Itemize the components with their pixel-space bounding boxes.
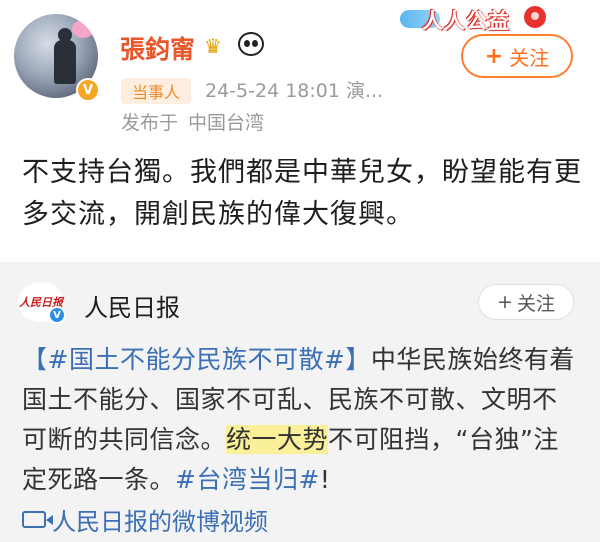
post-meta: 24-5-24 18:01 演... [205, 76, 383, 103]
quoted-follow-button[interactable]: + 关注 [478, 284, 574, 320]
follow-label: 关注 [509, 45, 550, 70]
crown-icon: ♛ [204, 34, 222, 58]
location-prefix: 发布于 [121, 112, 179, 134]
hashtag-link[interactable]: #台湾当归# [175, 465, 320, 494]
post-body: 不支持台獨。我們都是中華兒女，盼望能有更多交流，開創民族的偉大復興。 [22, 157, 582, 230]
banner-text: 人人公益 [422, 9, 510, 33]
video-link[interactable]: 人民日报的微博视频 [22, 502, 268, 537]
highlighted-keyword[interactable]: 统一大势 [226, 425, 329, 454]
party-badge: 当事人 [121, 78, 191, 104]
hashtag-link[interactable]: 【#国土不能分民族不可散#】 [22, 345, 371, 374]
post-location: 发布于 中国台湾 [121, 108, 264, 135]
avatar-balloon [72, 20, 94, 38]
panda-icon [238, 32, 264, 56]
video-link-label: 人民日报的微博视频 [52, 508, 268, 536]
post-source[interactable]: 演... [346, 80, 383, 102]
username[interactable]: 張鈞甯 [120, 30, 195, 66]
location-value: 中国台湾 [188, 112, 265, 134]
banner-ball-icon [524, 6, 546, 28]
plus-icon: + [484, 43, 504, 69]
plus-icon: + [497, 291, 513, 313]
avatar-figure [54, 40, 76, 84]
quoted-account-name[interactable]: 人民日报 [84, 288, 180, 323]
verified-badge-icon: V [48, 306, 66, 324]
video-camera-icon [22, 511, 53, 528]
post-timestamp: 24-5-24 18:01 [205, 80, 340, 102]
charity-banner[interactable]: 人人公益 [400, 4, 550, 33]
follow-button[interactable]: + 关注 [461, 34, 573, 78]
quoted-follow-label: 关注 [516, 292, 555, 315]
quoted-text-segment: ! [319, 465, 331, 494]
weibo-post: V 張鈞甯 ♛ 人人公益 + 关注 当事人 24-5-24 18:01 演...… [0, 0, 600, 262]
quoted-post[interactable]: 人民日报 V 人民日报 + 关注 【#国土不能分民族不可散#】中华民族始终有着国… [0, 262, 600, 542]
verified-badge-icon: V [76, 78, 100, 102]
quoted-body: 【#国土不能分民族不可散#】中华民族始终有着国土不能分、国家不可乱、民族不可散、… [22, 340, 582, 500]
